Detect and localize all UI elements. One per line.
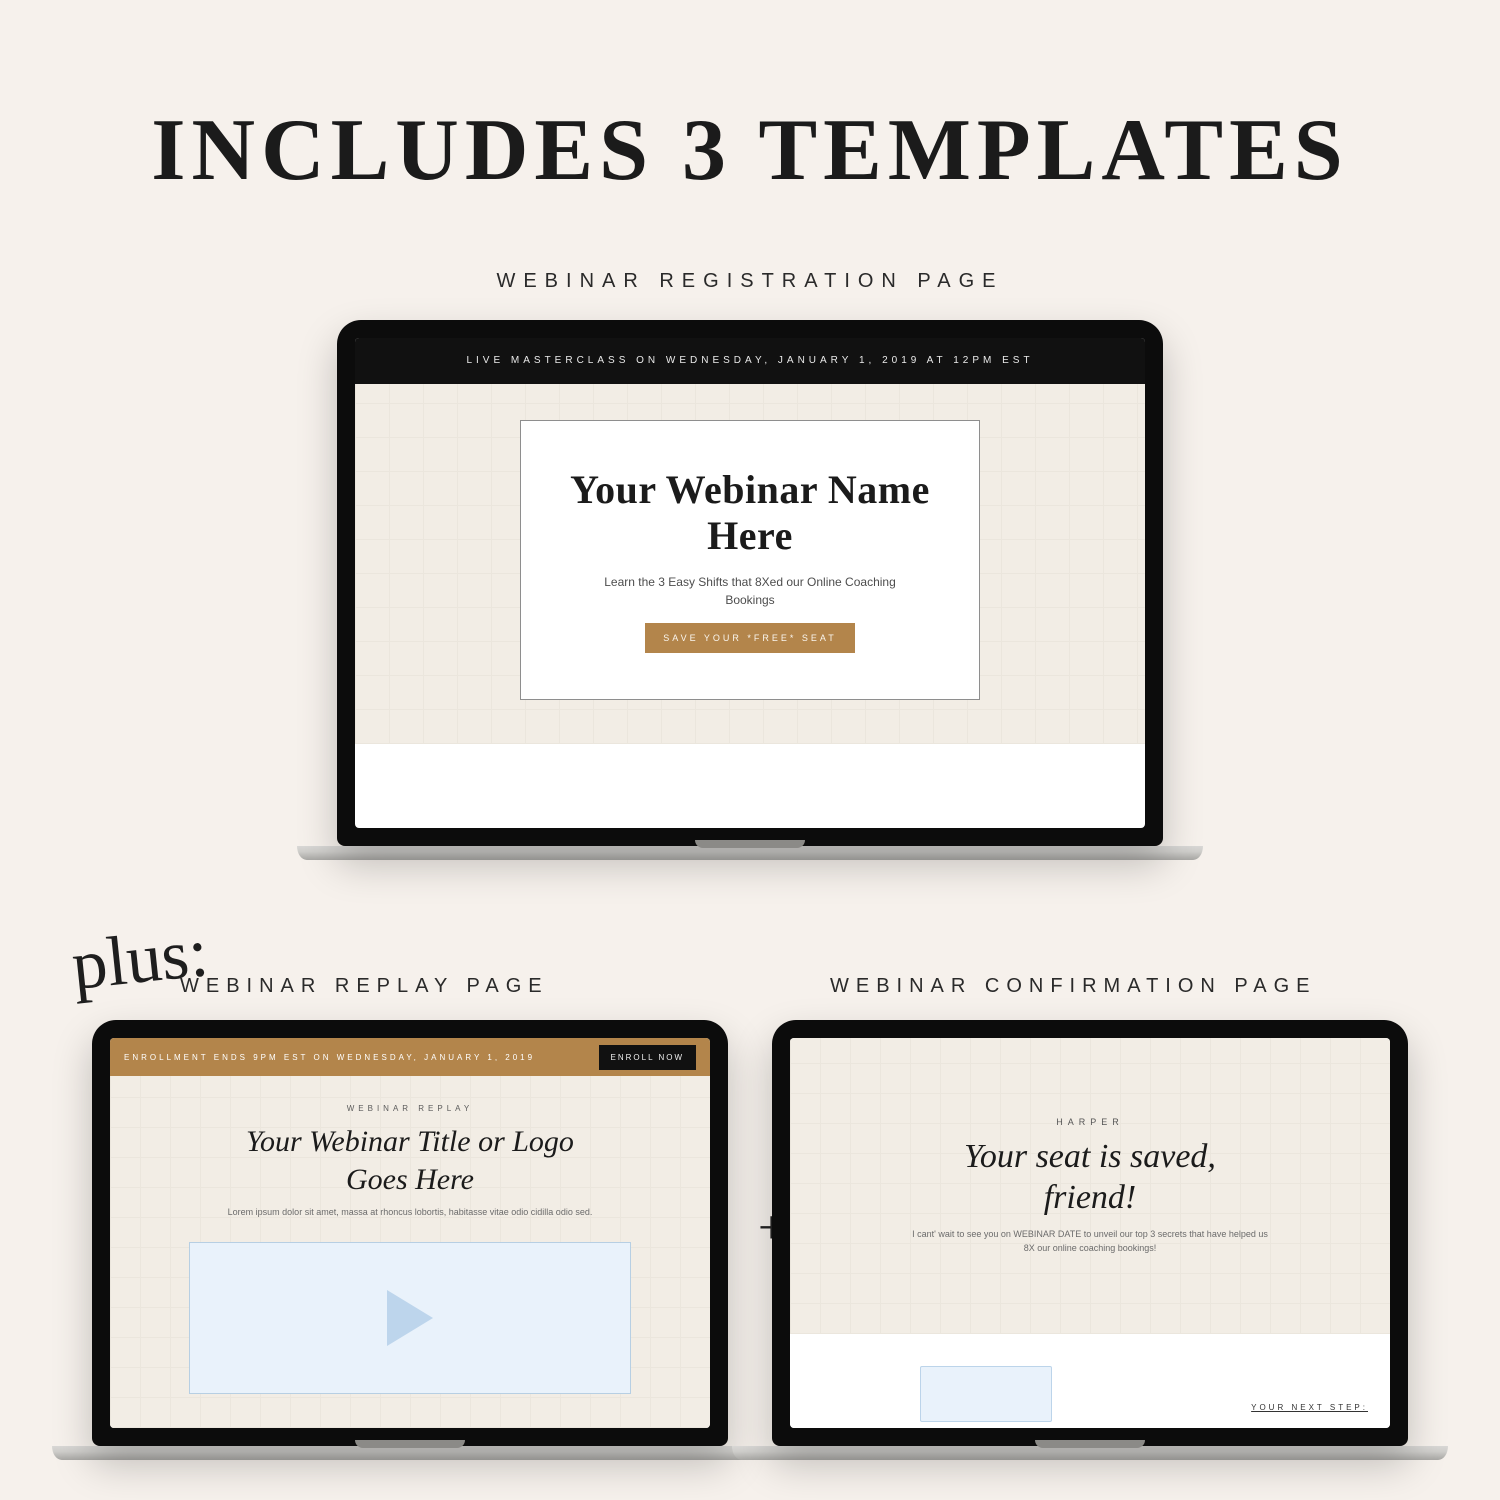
laptop-notch [355,1440,465,1448]
replay-subcopy: Lorem ipsum dolor sit amet, massa at rho… [195,1206,625,1220]
registration-screen: LIVE MASTERCLASS ON WEDNESDAY, JANUARY 1… [355,338,1145,828]
announcement-bar: LIVE MASTERCLASS ON WEDNESDAY, JANUARY 1… [355,338,1145,384]
video-placeholder[interactable] [189,1242,631,1394]
page-title: INCLUDES 3 TEMPLATES [0,100,1500,201]
section-label-replay: WEBINAR REPLAY PAGE [180,975,700,998]
laptop-base [732,1446,1448,1460]
section-label-confirmation: WEBINAR CONFIRMATION PAGE [830,975,1430,998]
replay-title: Your Webinar Title or Logo Goes Here [235,1123,585,1198]
laptop-mock-confirmation: HARPER Your seat is saved, friend! I can… [772,1020,1408,1460]
save-seat-button[interactable]: SAVE YOUR *FREE* SEAT [645,623,855,653]
confirmation-screen: HARPER Your seat is saved, friend! I can… [790,1038,1390,1428]
section-label-registration: WEBINAR REGISTRATION PAGE [0,270,1500,293]
next-step-link[interactable]: YOUR NEXT STEP: [1251,1403,1368,1412]
laptop-mock-registration: LIVE MASTERCLASS ON WEDNESDAY, JANUARY 1… [337,320,1163,860]
hero-card: Your Webinar Name Here Learn the 3 Easy … [520,420,980,700]
enrollment-bar: ENROLLMENT ENDS 9PM EST ON WEDNESDAY, JA… [110,1038,710,1076]
replay-eyebrow: WEBINAR REPLAY [110,1076,710,1113]
webinar-headline: Your Webinar Name Here [551,467,949,559]
laptop-mock-replay: ENROLLMENT ENDS 9PM EST ON WEDNESDAY, JA… [92,1020,728,1460]
thumbnail-placeholder [920,1366,1052,1422]
play-icon [387,1290,433,1346]
laptop-base [297,846,1203,860]
brand-eyebrow: HARPER [790,1117,1390,1127]
laptop-notch [1035,1440,1145,1448]
webinar-subcopy: Learn the 3 Easy Shifts that 8Xed our On… [600,573,900,609]
replay-screen: ENROLLMENT ENDS 9PM EST ON WEDNESDAY, JA… [110,1038,710,1428]
confirmation-subcopy: I cant' wait to see you on WEBINAR DATE … [910,1228,1270,1255]
laptop-base [52,1446,768,1460]
enroll-now-button[interactable]: ENROLL NOW [599,1045,697,1070]
hero-grid: Your Webinar Name Here Learn the 3 Easy … [355,384,1145,744]
laptop-notch [695,840,805,848]
enrollment-deadline: ENROLLMENT ENDS 9PM EST ON WEDNESDAY, JA… [124,1053,535,1062]
confirmation-lower: YOUR NEXT STEP: [790,1334,1390,1428]
confirmation-headline: Your seat is saved, friend! [940,1137,1240,1219]
